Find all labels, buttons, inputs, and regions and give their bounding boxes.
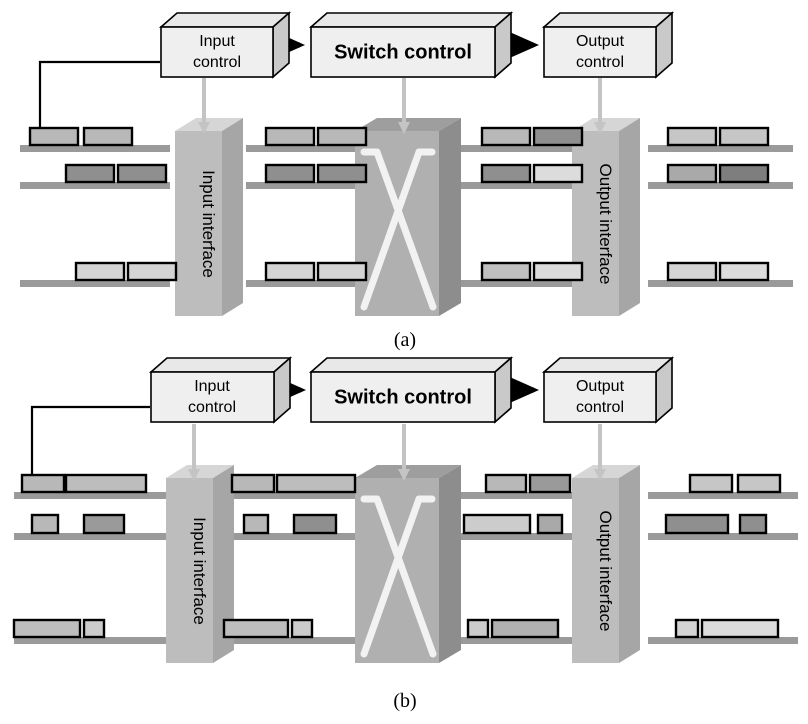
switch-control-box-b-top: [308, 357, 514, 373]
packet-b-row1-right1-1: [484, 473, 528, 494]
packet-a-row1-right1-2: [532, 126, 584, 147]
figure-canvas: Input interface Output interface Input c…: [0, 0, 808, 724]
packet-a-row1-left-2: [82, 126, 134, 147]
panel-a: Input interface Output interface Input c…: [20, 11, 793, 316]
packet-b-row3-right2-1: [674, 618, 700, 639]
output-control-box-b-line2: control: [576, 399, 624, 416]
packet-b-row2-left-2: [82, 513, 126, 535]
input-control-box-b-line2: control: [188, 399, 236, 416]
packet-b-row2-right1-1: [462, 513, 532, 535]
packet-a-row2-right2-1: [666, 163, 718, 184]
packet-a-row3-left-1: [74, 261, 126, 282]
packet-b-row1-left-1: [20, 473, 66, 494]
output-control-box-b-line1: Output: [576, 378, 625, 395]
control-arrows-a: [198, 78, 606, 134]
output-control-box-b[interactable]: Output control: [541, 356, 675, 424]
input-control-box-b-line1: Input: [194, 378, 230, 395]
packet-b-row1-left-2: [64, 473, 148, 494]
output-interface-a-side: [619, 118, 640, 316]
packet-a-row1-left-1: [28, 126, 80, 147]
output-control-box-a-line1: Output: [576, 33, 625, 50]
input-interface-b-label: Input interface: [190, 517, 209, 625]
packet-b-row1-right1-2: [528, 473, 572, 494]
output-interface-a: Output interface: [572, 118, 640, 316]
packet-a-row3-right1-2: [532, 261, 584, 282]
packet-a-row2-left-2: [116, 163, 168, 184]
output-interface-b-label: Output interface: [596, 511, 615, 632]
input-control-b-feedback-wire: [30, 405, 150, 481]
packet-b-row1-mid-1: [230, 473, 276, 494]
packet-b-row2-left-1: [30, 513, 60, 535]
packet-a-row3-mid-2: [316, 261, 368, 282]
packet-a-row1-right2-2: [718, 126, 770, 147]
output-control-box-a[interactable]: Output control: [541, 11, 675, 79]
packet-a-row2-right1-1: [480, 163, 532, 184]
input-interface-a-label: Input interface: [199, 170, 218, 278]
switch-architecture-figure: Input interface Output interface Input c…: [12, 11, 798, 663]
switch-fabric-b: [355, 465, 461, 663]
input-control-box-a[interactable]: Input control: [158, 11, 292, 79]
packet-a-row2-right2-2: [718, 163, 770, 184]
packet-a-row1-mid-1: [264, 126, 316, 147]
switch-fabric-a-side: [439, 118, 461, 316]
switch-control-box-b-label: Switch control: [334, 386, 472, 408]
packet-a-row1-right1-1: [480, 126, 532, 147]
input-control-box-b[interactable]: Input control: [148, 356, 293, 424]
caption-b: (b): [393, 690, 417, 712]
packet-a-row2-mid-1: [264, 163, 316, 184]
packet-b-row1-mid-2: [275, 473, 357, 494]
packet-a-row1-right2-1: [666, 126, 718, 147]
input-control-box-a-top: [158, 12, 292, 28]
packet-b-row3-right2-2: [700, 618, 780, 639]
switch-control-box-a[interactable]: Switch control: [308, 11, 514, 79]
input-interface-a-side: [222, 118, 243, 316]
packet-b-row3-right1-1: [466, 618, 490, 639]
packet-b-row3-mid-1: [222, 618, 290, 639]
output-interface-b: Output interface: [572, 465, 640, 663]
input-control-box-b-top: [148, 357, 293, 373]
switch-fabric-b-side: [439, 465, 461, 663]
input-interface-a: Input interface: [175, 118, 243, 316]
output-interface-b-side: [619, 465, 640, 663]
packet-a-row2-left-1: [64, 163, 116, 184]
packet-b-row3-mid-2: [290, 618, 314, 639]
switch-control-box-a-top: [308, 12, 514, 28]
caption-a: (a): [393, 329, 417, 351]
packet-b-row2-right1-2: [536, 513, 564, 535]
packet-a-row1-mid-2: [316, 126, 368, 147]
packet-a-row3-right1-1: [480, 261, 532, 282]
packet-b-row2-mid-1: [242, 513, 270, 535]
packet-a-row2-right1-2: [532, 163, 584, 184]
packet-b-row3-left-1: [12, 618, 82, 639]
output-control-box-a-line2: control: [576, 54, 624, 71]
packet-b-row2-mid-2: [292, 513, 338, 535]
packet-b-row3-right1-2: [490, 618, 560, 639]
packet-b-row1-right2-2: [736, 473, 782, 494]
input-control-box-a-line2: control: [193, 54, 241, 71]
packet-a-row3-right2-1: [666, 261, 718, 282]
input-control-box-a-line1: Input: [199, 33, 235, 50]
packet-a-row3-mid-1: [264, 261, 316, 282]
output-control-box-b-top: [541, 357, 675, 373]
switch-control-box-a-label: Switch control: [334, 41, 472, 63]
packet-a-row2-mid-2: [316, 163, 368, 184]
packet-a-row3-left-2: [126, 261, 178, 282]
packet-a-row3-right2-2: [718, 261, 770, 282]
output-control-box-a-top: [541, 12, 675, 28]
packet-b-row3-left-2: [82, 618, 106, 639]
switch-fabric-a: [355, 118, 461, 316]
input-control-a-feedback-wire: [38, 60, 160, 134]
panel-b: Input interface Output interface Input c…: [12, 356, 798, 663]
switch-control-box-b[interactable]: Switch control: [308, 356, 514, 424]
packet-b-row1-right2-1: [688, 473, 734, 494]
packet-b-row2-right2-1: [664, 513, 730, 535]
output-interface-a-label: Output interface: [596, 164, 615, 285]
packet-b-row2-right2-2: [738, 513, 768, 535]
